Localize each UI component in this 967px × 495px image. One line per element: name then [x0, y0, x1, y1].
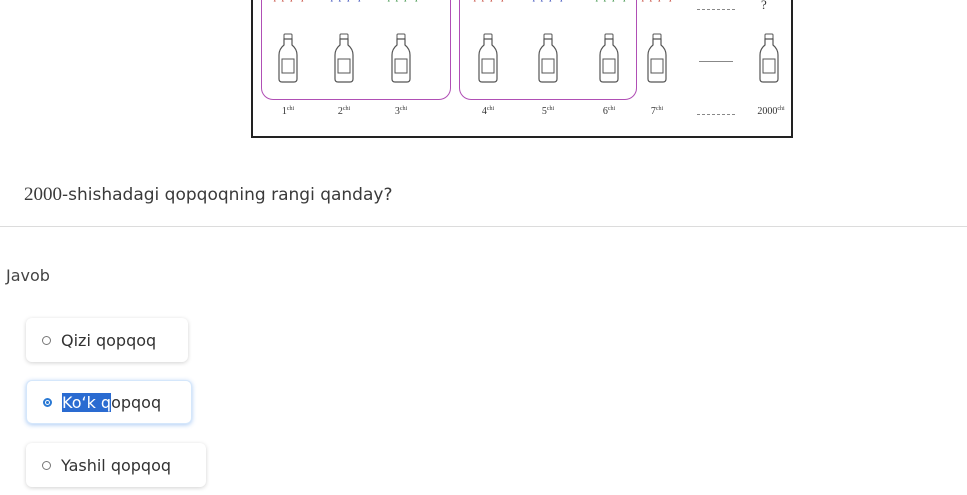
ellipsis-middle: [699, 61, 733, 62]
answer-label: Javob: [6, 266, 50, 285]
option-kok[interactable]: Ko‘k qopqoq: [26, 380, 192, 424]
bottle-icon: [599, 33, 619, 83]
ordinal-7: 7chi: [650, 106, 664, 117]
cap-label-2: qopqoq: [314, 0, 374, 2]
question-text: 2000-shishadagi qopqoqning rangi qanday?: [24, 184, 393, 205]
ellipsis-bottom: [697, 114, 735, 115]
bottle-icon: [647, 33, 667, 83]
bottle-icon: [334, 33, 354, 83]
cap-label-1: qopqoq: [257, 0, 317, 2]
pattern-figure: qopqoq qopqoq qopqoq qopqoq qopqoq qopqo…: [251, 0, 793, 138]
ordinal-2: 2chi: [337, 106, 351, 117]
radio-icon[interactable]: [42, 460, 51, 470]
cap-label-7: qopqoq: [625, 0, 685, 2]
ordinal-5: 5chi: [541, 106, 555, 117]
radio-icon[interactable]: [42, 335, 51, 345]
bottle-icon: [478, 33, 498, 83]
ordinal-3: 3chi: [394, 106, 408, 117]
option-yashil[interactable]: Yashil qopqoq: [26, 443, 206, 487]
cap-label-5: qopqoq: [516, 0, 576, 2]
cap-label-4: qopqoq: [457, 0, 517, 2]
ordinal-2000: 2000chi: [757, 106, 785, 117]
ordinal-6: 6chi: [602, 106, 616, 117]
bottle-icon: [538, 33, 558, 83]
bottle-icon: [278, 33, 298, 83]
ordinal-1: 1chi: [281, 106, 295, 117]
bottle-icon: [759, 33, 779, 83]
ellipsis-top: [697, 9, 735, 10]
ordinal-4: 4chi: [481, 106, 495, 117]
unknown-cap: ?: [761, 0, 767, 12]
option-label: Ko‘k qopqoq: [62, 392, 162, 412]
divider: [0, 226, 967, 227]
cap-label-3: qopqoq: [371, 0, 431, 2]
option-label: Qizi qopqoq: [61, 330, 157, 350]
option-qizil[interactable]: Qizi qopqoq: [26, 318, 188, 362]
radio-selected-icon[interactable]: [43, 397, 52, 407]
bottle-icon: [391, 33, 411, 83]
option-label: Yashil qopqoq: [61, 455, 172, 475]
